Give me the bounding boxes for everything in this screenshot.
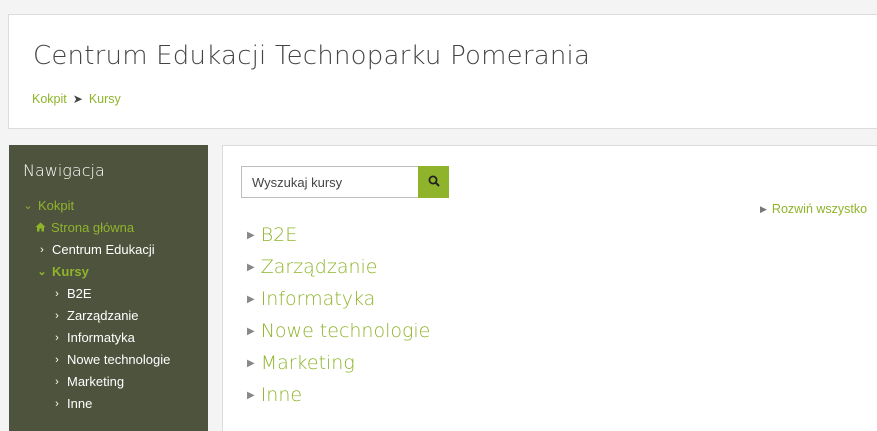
search-button[interactable] — [418, 166, 449, 198]
caret-right-icon: ▶ — [247, 229, 255, 241]
chevron-right-icon: › — [55, 309, 59, 322]
nav-item-label: Kokpit — [38, 198, 75, 213]
search-icon — [428, 175, 440, 190]
category-marketing[interactable]: ▶ Marketing — [247, 352, 355, 374]
category-label: Marketing — [260, 352, 355, 374]
nav-item-strona-glowna[interactable]: Strona główna — [35, 220, 134, 235]
chevron-down-icon: ⌄ — [37, 266, 47, 278]
category-b2e[interactable]: ▶ B2E — [247, 224, 297, 246]
category-zarzadzanie[interactable]: ▶ Zarządzanie — [247, 256, 377, 278]
nav-item-nowe-technologie[interactable]: › Nowe technologie — [52, 352, 170, 367]
chevron-down-icon: ⌄ — [23, 200, 33, 212]
breadcrumb-kokpit[interactable]: Kokpit — [32, 92, 67, 106]
nav-item-label: Inne — [67, 396, 93, 411]
nav-item-label: Marketing — [67, 374, 125, 389]
category-label: Nowe technologie — [260, 320, 431, 342]
main-content: ▶ Rozwiń wszystko ▶ B2E ▶ Zarządzanie ▶ … — [222, 145, 877, 431]
nav-item-informatyka[interactable]: › Informatyka — [52, 330, 135, 345]
course-search — [241, 166, 449, 198]
navigation-title: Nawigacja — [23, 161, 105, 180]
category-label: Informatyka — [260, 288, 376, 310]
nav-item-label: Strona główna — [51, 220, 135, 235]
caret-right-icon: ▶ — [247, 325, 255, 337]
breadcrumb-separator-icon: ➤ — [72, 92, 83, 106]
nav-item-label: Centrum Edukacji — [52, 242, 155, 257]
category-label: Zarządzanie — [260, 256, 378, 278]
chevron-right-icon: › — [55, 331, 59, 344]
nav-item-zarzadzanie[interactable]: › Zarządzanie — [52, 308, 139, 323]
breadcrumb-kursy[interactable]: Kursy — [89, 92, 121, 106]
chevron-right-icon: › — [55, 397, 59, 410]
caret-right-icon: ▶ — [247, 261, 255, 273]
home-icon — [35, 220, 46, 235]
caret-right-icon: ▶ — [247, 357, 255, 369]
category-informatyka[interactable]: ▶ Informatyka — [247, 288, 375, 310]
page-title: Centrum Edukacji Technoparku Pomerania — [33, 41, 591, 71]
nav-item-label: B2E — [67, 286, 92, 301]
chevron-right-icon: › — [55, 375, 59, 388]
nav-item-label: Kursy — [52, 264, 89, 279]
expand-all-link[interactable]: ▶ Rozwiń wszystko — [760, 202, 867, 216]
expand-all-label: Rozwiń wszystko — [771, 202, 868, 216]
nav-item-marketing[interactable]: › Marketing — [52, 374, 124, 389]
nav-item-label: Informatyka — [67, 330, 135, 345]
category-label: B2E — [260, 224, 298, 246]
chevron-right-icon: › — [40, 243, 44, 256]
nav-item-inne[interactable]: › Inne — [52, 396, 92, 411]
nav-item-label: Zarządzanie — [67, 308, 139, 323]
nav-item-centrum-edukacji[interactable]: › Centrum Edukacji — [37, 242, 155, 257]
caret-right-icon: ▶ — [247, 293, 255, 305]
search-input[interactable] — [241, 166, 418, 198]
chevron-right-icon: › — [55, 353, 59, 366]
nav-item-b2e[interactable]: › B2E — [52, 286, 92, 301]
nav-item-kursy[interactable]: ⌄ Kursy — [37, 264, 89, 279]
chevron-right-icon: › — [55, 287, 59, 300]
category-label: Inne — [260, 384, 303, 406]
nav-item-label: Nowe technologie — [67, 352, 171, 367]
navigation-block: Nawigacja ⌄ Kokpit Strona główna › Centr… — [9, 145, 208, 431]
caret-right-icon: ▶ — [760, 203, 767, 214]
page-header: Centrum Edukacji Technoparku Pomerania K… — [8, 14, 877, 129]
category-nowe-technologie[interactable]: ▶ Nowe technologie — [247, 320, 430, 342]
caret-right-icon: ▶ — [247, 389, 255, 401]
breadcrumb: Kokpit ➤ Kursy — [32, 92, 121, 106]
nav-item-kokpit[interactable]: ⌄ Kokpit — [23, 198, 74, 213]
category-inne[interactable]: ▶ Inne — [247, 384, 302, 406]
